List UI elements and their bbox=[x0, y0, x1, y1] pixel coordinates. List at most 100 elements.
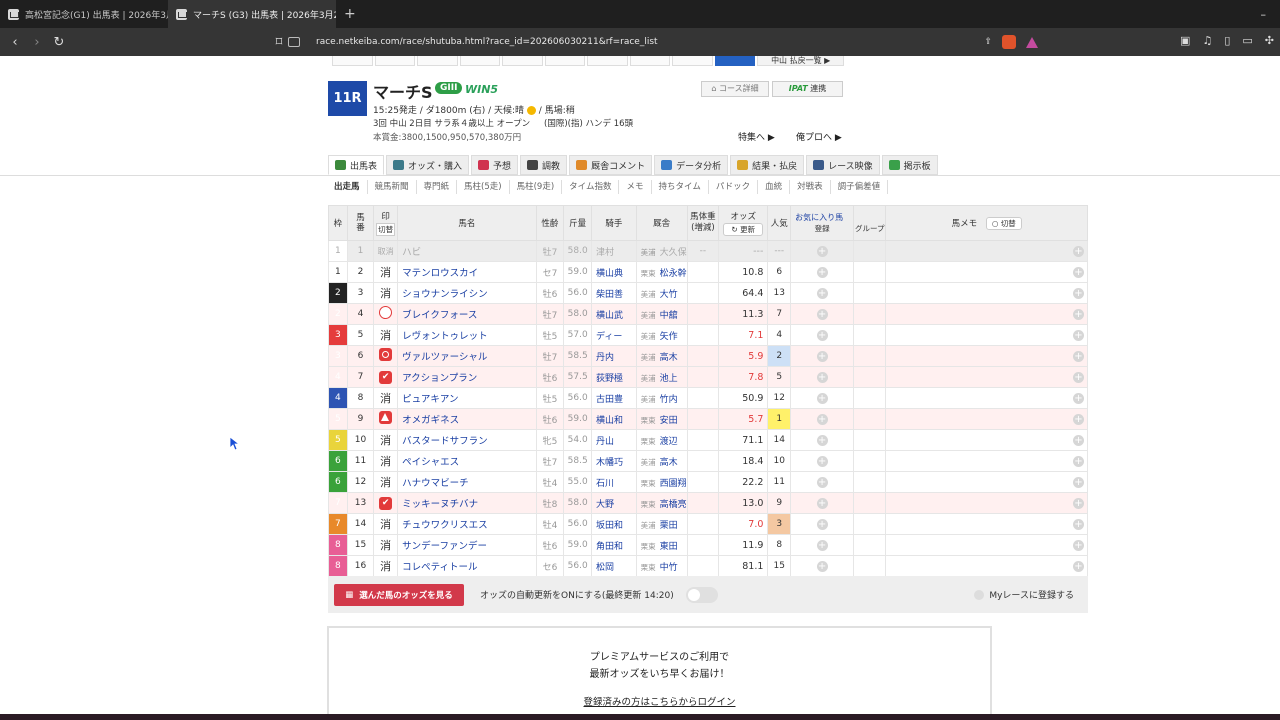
fav-reg-cell[interactable]: + bbox=[790, 282, 855, 304]
sub-nav-item-8[interactable]: パドック bbox=[709, 180, 759, 194]
mark-erase[interactable]: 消 bbox=[380, 539, 391, 552]
horse-name-link[interactable]: オメガギネス bbox=[397, 408, 537, 430]
trainer-link[interactable]: 矢作 bbox=[660, 332, 678, 342]
trainer-link[interactable]: 高橋亮 bbox=[660, 500, 687, 510]
add-favorite-icon[interactable]: + bbox=[816, 245, 828, 257]
main-nav-item-7[interactable]: レース映像 bbox=[806, 155, 880, 175]
memo-cell[interactable]: + bbox=[885, 303, 1088, 325]
fav-reg-cell[interactable]: + bbox=[790, 303, 855, 325]
trainer-link[interactable]: 竹内 bbox=[660, 395, 678, 405]
mark-cell[interactable] bbox=[373, 345, 399, 367]
add-memo-icon[interactable]: + bbox=[1073, 518, 1084, 530]
auto-update-toggle[interactable] bbox=[685, 586, 718, 603]
memo-cell[interactable]: + bbox=[885, 555, 1088, 577]
forward-icon[interactable]: › bbox=[26, 35, 48, 50]
mark-cell[interactable]: 取消 bbox=[373, 240, 399, 262]
trainer-link[interactable]: 安田 bbox=[660, 416, 678, 426]
sub-nav-item-6[interactable]: メモ bbox=[619, 180, 652, 194]
fav-reg-cell[interactable]: + bbox=[790, 450, 855, 472]
mark-erase[interactable]: 消 bbox=[380, 560, 391, 573]
col-weight[interactable]: 斤量 bbox=[563, 205, 593, 241]
memo-cell[interactable]: + bbox=[885, 387, 1088, 409]
url-text[interactable]: race.netkeiba.com/race/shutuba.html?race… bbox=[316, 37, 658, 47]
mark-cell[interactable]: 消 bbox=[373, 471, 399, 493]
mark-cell[interactable]: 消 bbox=[373, 324, 399, 346]
jockey-link[interactable]: 石川 bbox=[591, 471, 637, 493]
col-horse[interactable]: 馬名 bbox=[397, 205, 537, 241]
sub-nav-item-0[interactable]: 出走馬 bbox=[328, 180, 368, 194]
jockey-link[interactable]: 横山典 bbox=[591, 261, 637, 283]
new-tab-button[interactable]: + bbox=[336, 6, 364, 22]
back-icon[interactable]: ‹ bbox=[4, 35, 26, 50]
my-race-register[interactable]: Myレースに登録する bbox=[974, 588, 1074, 601]
col-popularity[interactable]: 人気 bbox=[767, 205, 792, 241]
fav-reg-cell[interactable]: + bbox=[790, 471, 855, 493]
add-memo-icon[interactable]: + bbox=[1073, 266, 1084, 278]
fav-reg-cell[interactable]: + bbox=[790, 366, 855, 388]
main-nav-item-0[interactable]: 出馬表 bbox=[328, 155, 385, 175]
fav-reg-cell[interactable]: + bbox=[790, 429, 855, 451]
yoso-link[interactable]: 俺プロへ ▶ bbox=[796, 130, 842, 143]
add-memo-icon[interactable]: + bbox=[1073, 455, 1084, 467]
share-icon[interactable]: ⇪ bbox=[984, 37, 992, 47]
horse-name-link[interactable]: ミッキーヌチバナ bbox=[397, 492, 537, 514]
memo-cell[interactable]: + bbox=[885, 408, 1088, 430]
race-tab-selected[interactable] bbox=[714, 56, 756, 66]
add-favorite-icon[interactable]: + bbox=[816, 350, 828, 362]
jockey-link[interactable]: 丹山 bbox=[591, 429, 637, 451]
trainer-link[interactable]: 高木 bbox=[660, 353, 678, 363]
sub-nav-item-9[interactable]: 血統 bbox=[758, 180, 791, 194]
fav-reg-cell[interactable]: + bbox=[790, 555, 855, 577]
extensions-icon[interactable]: ✣ bbox=[1265, 34, 1274, 47]
add-memo-icon[interactable]: + bbox=[1073, 434, 1084, 446]
horse-name-link[interactable]: レヴォントゥレット bbox=[397, 324, 537, 346]
site-info-icon[interactable] bbox=[288, 37, 300, 47]
jockey-link[interactable]: ディー bbox=[591, 324, 637, 346]
brave-rewards-icon[interactable] bbox=[1026, 36, 1038, 48]
main-nav-item-4[interactable]: 厩舎コメント bbox=[569, 155, 653, 175]
trainer-link[interactable]: 大久保 bbox=[660, 248, 687, 258]
race-tab[interactable] bbox=[544, 56, 586, 66]
memo-cell[interactable]: + bbox=[885, 345, 1088, 367]
jockey-link[interactable]: 丹内 bbox=[591, 345, 637, 367]
add-memo-icon[interactable]: + bbox=[1073, 245, 1084, 257]
mark-erase[interactable]: 消 bbox=[380, 455, 391, 468]
jockey-link[interactable]: 荻野極 bbox=[591, 366, 637, 388]
horse-name-link[interactable]: ハナウマビーチ bbox=[397, 471, 537, 493]
jockey-link[interactable]: 坂田和 bbox=[591, 513, 637, 535]
memo-switch-button[interactable]: ○ 切替 bbox=[985, 217, 1022, 230]
trainer-link[interactable]: 渡辺 bbox=[660, 437, 678, 447]
sidebar-icon[interactable]: ▯ bbox=[1224, 34, 1230, 47]
horse-name-link[interactable]: サンデーファンデー bbox=[397, 534, 537, 556]
jockey-link[interactable]: 横山和 bbox=[591, 408, 637, 430]
mark-switch-button[interactable]: 切替 bbox=[376, 222, 396, 236]
screenshot-icon[interactable]: ▣ bbox=[1180, 34, 1190, 47]
mark-cell[interactable]: 消 bbox=[373, 534, 399, 556]
sub-nav-item-11[interactable]: 調子偏差値 bbox=[831, 180, 889, 194]
mark-erase[interactable]: 消 bbox=[380, 266, 391, 279]
fav-reg-cell[interactable]: + bbox=[790, 513, 855, 535]
check-mark-icon[interactable]: ✔ bbox=[379, 496, 393, 510]
trainer-link[interactable]: 池上 bbox=[660, 374, 678, 384]
taikou-mark-icon[interactable] bbox=[379, 348, 393, 361]
add-favorite-icon[interactable]: + bbox=[816, 518, 828, 530]
payout-list-link[interactable]: 中山 払戻一覧 ▶ bbox=[757, 56, 845, 66]
jockey-link[interactable]: 津村 bbox=[591, 240, 637, 262]
honmei-mark-icon[interactable] bbox=[379, 306, 393, 319]
race-tab[interactable] bbox=[587, 56, 628, 66]
mark-cell[interactable]: 消 bbox=[373, 513, 399, 535]
mark-cell[interactable]: 消 bbox=[373, 555, 399, 577]
memo-cell[interactable]: + bbox=[885, 492, 1088, 514]
course-detail-button[interactable]: ⌂ コース詳細 bbox=[701, 81, 769, 97]
browser-tab-1[interactable]: マーチS (G3) 出馬表 | 2026年3月2 ✕ bbox=[168, 0, 336, 28]
horse-name-link[interactable]: チュウワクリスエス bbox=[397, 513, 537, 535]
bookmark-icon[interactable]: ⌑ bbox=[268, 35, 290, 50]
main-nav-item-5[interactable]: データ分析 bbox=[654, 155, 729, 175]
add-memo-icon[interactable]: + bbox=[1073, 392, 1084, 404]
mark-cell[interactable]: ✔ bbox=[373, 366, 399, 388]
add-favorite-icon[interactable]: + bbox=[816, 434, 828, 446]
sub-nav-item-1[interactable]: 競馬新聞 bbox=[368, 180, 417, 194]
tanana-mark-icon[interactable] bbox=[379, 411, 393, 424]
sub-nav-item-4[interactable]: 馬柱(9走) bbox=[510, 180, 563, 194]
trainer-link[interactable]: 中竹 bbox=[660, 563, 678, 573]
